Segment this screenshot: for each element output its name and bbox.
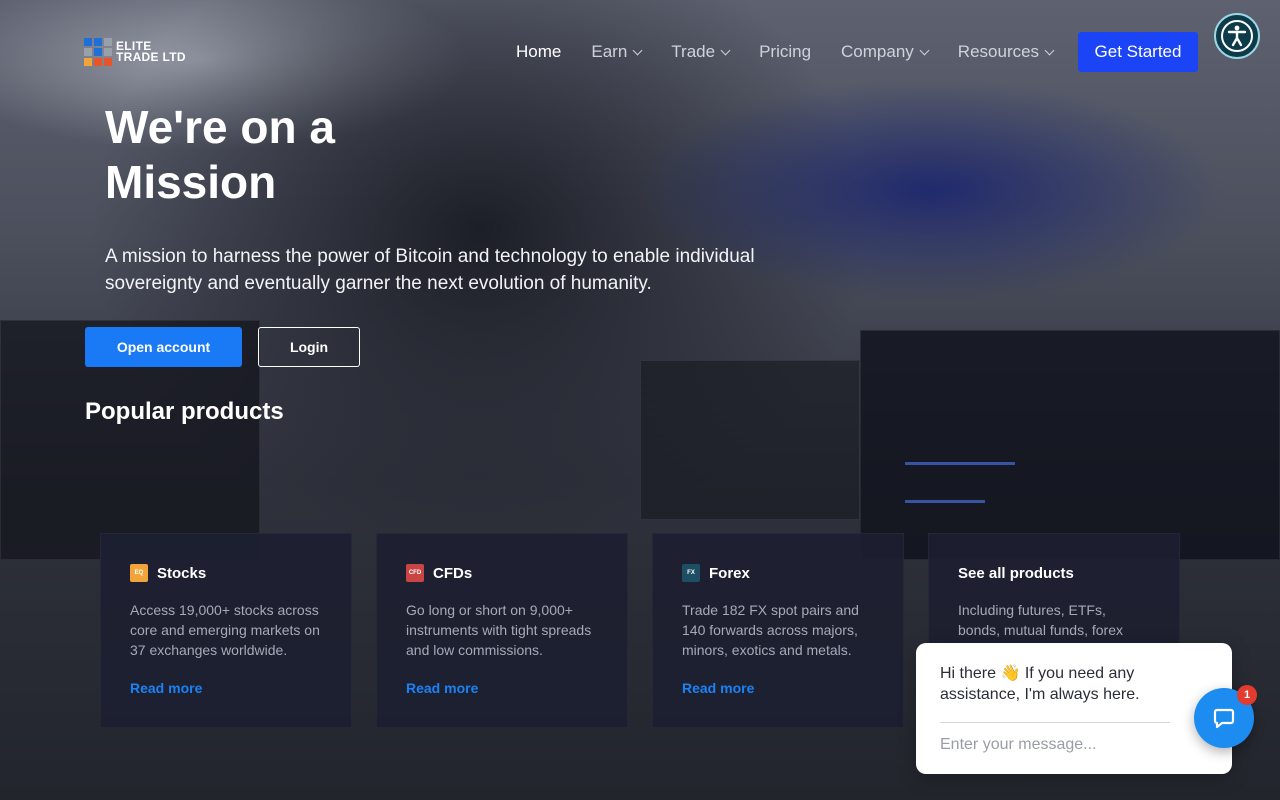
main-nav: Home Earn Trade Pricing Company Resource… [516, 40, 1083, 64]
card-header: FX Forex [682, 564, 874, 582]
hero-subtitle: A mission to harness the power of Bitcoi… [105, 246, 755, 294]
read-more-link[interactable]: Read more [130, 680, 322, 696]
open-account-button[interactable]: Open account [85, 327, 242, 367]
chevron-down-icon [1044, 45, 1055, 55]
card-description: Trade 182 FX spot pairs and 140 forwards… [682, 602, 859, 658]
stocks-icon: EQ [130, 564, 148, 582]
chevron-down-icon [720, 45, 731, 55]
accessibility-icon [1221, 20, 1253, 52]
chat-message-input[interactable] [940, 736, 1170, 754]
card-header: See all products [958, 564, 1150, 582]
nav-item-company[interactable]: Company [841, 42, 930, 62]
product-card-cfds: CFD CFDs Go long or short on 9,000+ inst… [376, 533, 628, 728]
nav-item-home[interactable]: Home [516, 42, 561, 62]
brand-name-line2: TRADE LTD [116, 50, 186, 64]
chat-bubble-icon [1213, 708, 1235, 729]
brand-name: ELITE TRADE LTD [116, 40, 186, 64]
nav-item-resources[interactable]: Resources [957, 42, 1055, 62]
chat-divider [940, 722, 1170, 723]
accessibility-button[interactable] [1214, 13, 1260, 59]
brand-logo[interactable]: ELITE TRADE LTD [84, 38, 204, 66]
card-title: Stocks [157, 564, 207, 582]
product-card-stocks: EQ Stocks Access 19,000+ stocks across c… [100, 533, 352, 728]
nav-item-trade[interactable]: Trade [671, 42, 731, 62]
card-header: CFD CFDs [406, 564, 598, 582]
card-description: Go long or short on 9,000+ instruments w… [406, 602, 592, 658]
logo-mark [84, 38, 112, 66]
card-title: CFDs [433, 564, 473, 582]
chat-popup: Hi there 👋 If you need any assistance, I… [916, 643, 1232, 774]
read-more-link[interactable]: Read more [406, 680, 598, 696]
nav-label: Trade [671, 42, 716, 61]
nav-item-earn[interactable]: Earn [591, 42, 643, 62]
chevron-down-icon [632, 45, 643, 55]
nav-item-pricing[interactable]: Pricing [759, 42, 811, 62]
card-header: EQ Stocks [130, 564, 322, 582]
get-started-button[interactable]: Get Started [1078, 32, 1198, 72]
card-title: See all products [958, 564, 1074, 582]
card-title: Forex [709, 564, 750, 582]
background-monitor [860, 330, 1280, 560]
popular-products-heading: Popular products [85, 398, 284, 425]
chevron-down-icon [919, 45, 930, 55]
forex-icon: FX [682, 564, 700, 582]
nav-label: Pricing [759, 42, 812, 61]
unread-badge: 1 [1237, 685, 1257, 705]
product-card-forex: FX Forex Trade 182 FX spot pairs and 140… [652, 533, 904, 728]
chat-greeting: Hi there 👋 If you need any assistance, I… [940, 665, 1140, 703]
nav-label: Company [841, 42, 914, 61]
nav-label: Home [516, 42, 562, 61]
background-monitor [640, 360, 860, 520]
hero-title-line2: Mission [105, 156, 277, 208]
hero-title: We're on a Mission [105, 100, 505, 210]
card-description: Access 19,000+ stocks across core and em… [130, 602, 320, 658]
login-button[interactable]: Login [258, 327, 360, 367]
background-detail [905, 462, 1015, 465]
read-more-link[interactable]: Read more [682, 680, 874, 696]
hero-title-line1: We're on a [105, 101, 335, 153]
background-detail [905, 500, 985, 503]
nav-label: Earn [591, 42, 628, 61]
cfds-icon: CFD [406, 564, 424, 582]
nav-label: Resources [957, 42, 1040, 61]
